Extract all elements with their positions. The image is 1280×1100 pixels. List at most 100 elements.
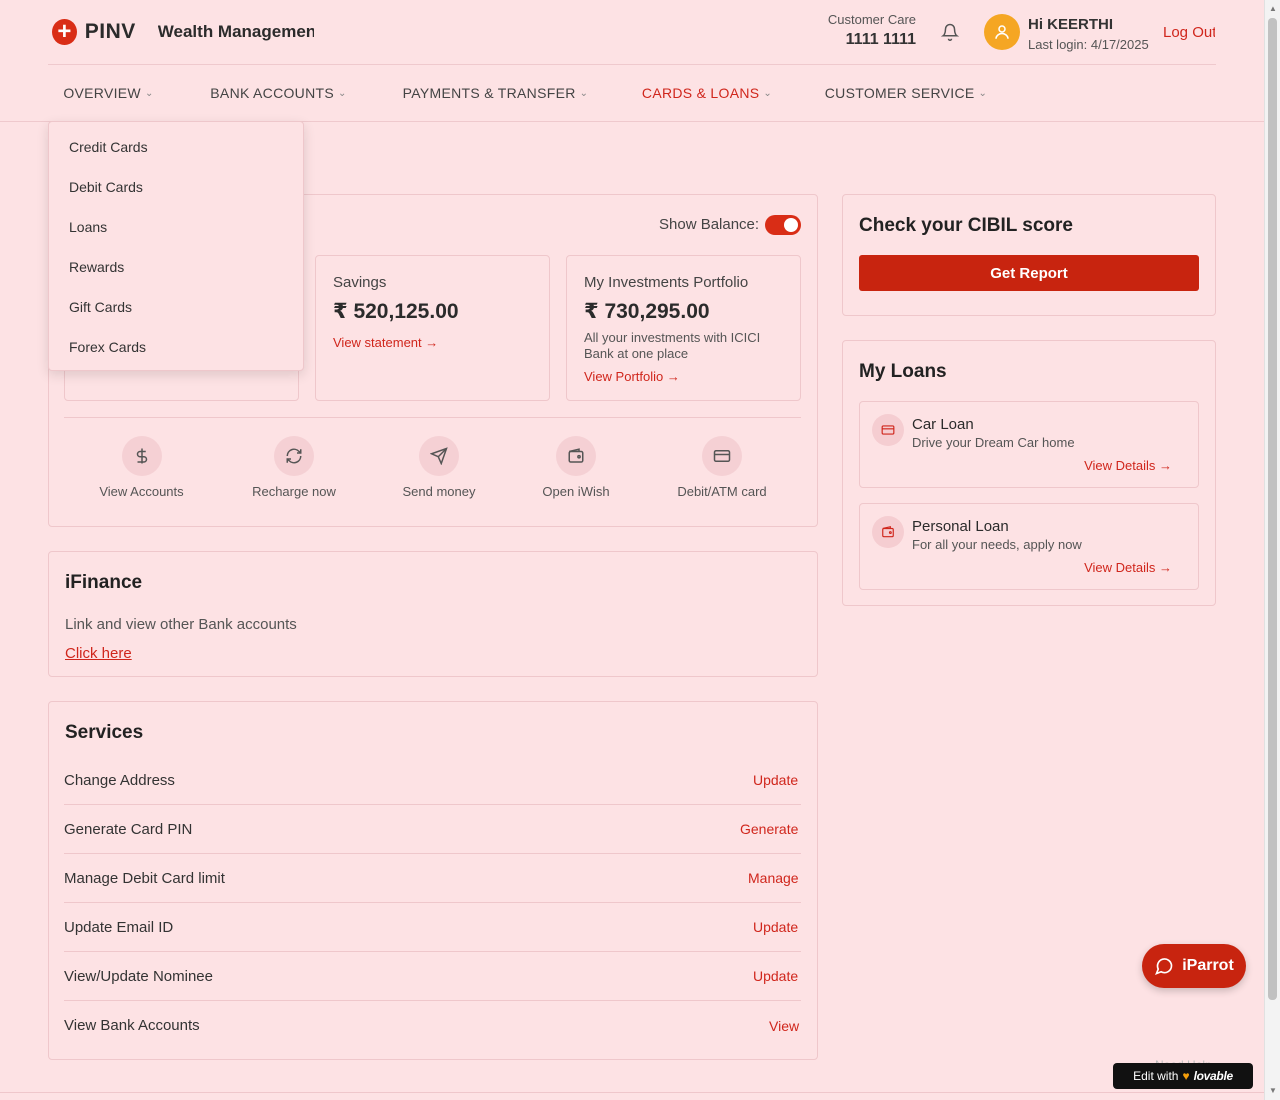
quick-action-label: View Accounts [99,484,184,499]
loan-view-details-link[interactable]: View Details → [872,458,1186,474]
service-row: Generate Card PIN Generate [64,805,801,854]
refresh-icon [274,436,314,476]
show-balance-label: Show Balance: [659,216,760,233]
logo-tagline: Wealth Management [157,22,314,41]
dropdown-item-credit-cards[interactable]: Credit Cards [58,130,298,164]
scrollbar-thumb[interactable] [1268,18,1277,1000]
loans-title: My Loans [859,361,947,382]
nav-payments-transfer[interactable]: PAYMENTS & TRANSFER ⌄ [388,74,603,112]
quick-action-label: Send money [402,484,476,499]
get-report-button[interactable]: Get Report [859,255,1199,291]
iparrot-label: iParrot [1182,957,1234,974]
scroll-down-icon[interactable]: ▼ [1269,1086,1277,1095]
nav-payments-transfer-label: PAYMENTS & TRANSFER [402,85,576,101]
savings-box: Savings ₹ 520,125.00 View statement → [315,255,550,401]
chevron-down-icon: ⌄ [763,87,773,99]
customer-care-label: Customer Care [827,12,916,27]
quick-action-recharge[interactable]: Recharge now [248,436,340,508]
service-action-button[interactable]: Update [753,772,801,788]
view-statement-link[interactable]: View statement → [333,335,438,350]
loan-subtitle: For all your needs, apply now [912,537,1082,552]
edit-with-lovable-badge[interactable]: Edit with ♥ lovable [1113,1063,1253,1089]
arrow-right-icon: → [1159,560,1172,575]
service-action-button[interactable]: View [769,1018,801,1034]
dropdown-item-debit-cards[interactable]: Debit Cards [58,170,298,204]
logout-button[interactable]: Log Out [1163,22,1215,42]
dropdown-item-gift-cards[interactable]: Gift Cards [58,290,298,324]
nav-overview[interactable]: OVERVIEW ⌄ [48,74,169,112]
ifinance-card: iFinance Link and view other Bank accoun… [48,551,818,677]
quick-action-debit-card[interactable]: Debit/ATM card [672,436,772,508]
quick-action-label: Open iWish [542,484,610,499]
badge-prefix: Edit with [1133,1069,1179,1083]
heart-icon: ♥ [1182,1069,1190,1083]
service-row: Change Address Update [64,756,801,805]
brand-logo[interactable]: + PINV Wealth Management [48,16,314,48]
loan-item-car: Car Loan Drive your Dream Car home View … [859,401,1199,488]
service-label: View Bank Accounts [64,1017,200,1034]
service-action-button[interactable]: Generate [740,821,801,837]
ifinance-title: iFinance [65,572,143,593]
loan-item-personal: Personal Loan For all your needs, apply … [859,503,1199,590]
loan-subtitle: Drive your Dream Car home [912,435,1075,450]
badge-brand: lovable [1193,1069,1234,1083]
arrow-right-icon: → [425,335,439,350]
accounts-divider [64,417,801,418]
vertical-scrollbar[interactable]: ▲ ▼ [1264,0,1280,1100]
iparrot-chat-button[interactable]: iParrot [1142,944,1246,988]
scroll-up-icon[interactable]: ▲ [1269,4,1277,13]
investments-title: My Investments Portfolio [584,274,749,291]
dropdown-item-rewards[interactable]: Rewards [58,250,298,284]
wallet-icon [872,516,904,548]
ifinance-click-here-link[interactable]: Click here [65,645,132,662]
arrow-right-icon: → [1159,458,1172,473]
notifications-button[interactable] [932,14,968,50]
quick-action-open-iwish[interactable]: Open iWish [540,436,612,508]
chevron-down-icon: ⌄ [579,87,589,99]
dropdown-item-forex-cards[interactable]: Forex Cards [58,330,298,364]
bell-icon [941,23,959,41]
service-action-button[interactable]: Update [753,968,801,984]
cibil-title: Check your CIBIL score [859,215,1074,236]
last-login: Last login: 4/17/2025 [1028,37,1149,52]
wallet-icon [556,436,596,476]
service-row: View/Update Nominee Update [64,952,801,1001]
service-row: View Bank Accounts View [64,1001,801,1050]
user-greeting: Hi KEERTHI Last login: 4/17/2025 [1028,16,1149,52]
chevron-down-icon: ⌄ [338,87,347,99]
view-statement-label: View statement [333,335,422,350]
logo-plus-icon: + [52,19,77,45]
investments-box: My Investments Portfolio ₹ 730,295.00 Al… [566,255,801,401]
nav-bank-accounts[interactable]: BANK ACCOUNTS ⌄ [193,74,364,112]
quick-action-send-money[interactable]: Send money [398,436,480,508]
credit-card-icon [872,414,904,446]
logo-name: PINV [84,20,136,43]
loan-view-details-label: View Details [1084,560,1156,575]
investments-link-wrap: View Portfolio → [584,368,783,386]
customer-care-number: 1111 1111 [845,31,916,48]
loan-view-details-link[interactable]: View Details → [872,560,1186,576]
dropdown-item-loans[interactable]: Loans [58,210,298,244]
user-avatar[interactable] [984,14,1020,50]
dollar-icon [121,436,162,476]
cards-loans-dropdown: Credit Cards Debit Cards Loans Rewards G… [48,121,304,371]
loan-view-details-label: View Details [1084,458,1156,473]
investments-amount: ₹ 730,295.00 [584,300,710,323]
service-label: Generate Card PIN [64,820,193,838]
view-portfolio-link[interactable]: View Portfolio → [584,369,680,384]
arrow-right-icon: → [666,369,680,384]
nav-cards-loans[interactable]: CARDS & LOANS ⌄ [627,74,787,112]
service-action-button[interactable]: Update [753,919,801,935]
nav-customer-service[interactable]: CUSTOMER SERVICE ⌄ [811,74,1001,112]
services-title: Services [65,722,144,743]
service-row: Manage Debit Card limit Manage [64,854,801,903]
customer-care: Customer Care 1111 1111 [820,12,916,49]
show-balance-toggle[interactable] [765,215,801,235]
service-action-button[interactable]: Manage [748,870,801,886]
service-row: Update Email ID Update [64,903,801,952]
service-label: View/Update Nominee [64,967,213,985]
greeting-name: Hi KEERTHI [1028,16,1114,33]
quick-action-view-accounts[interactable]: View Accounts [92,436,191,508]
savings-link-wrap: View statement → [333,334,532,352]
service-label: Change Address [64,771,175,789]
